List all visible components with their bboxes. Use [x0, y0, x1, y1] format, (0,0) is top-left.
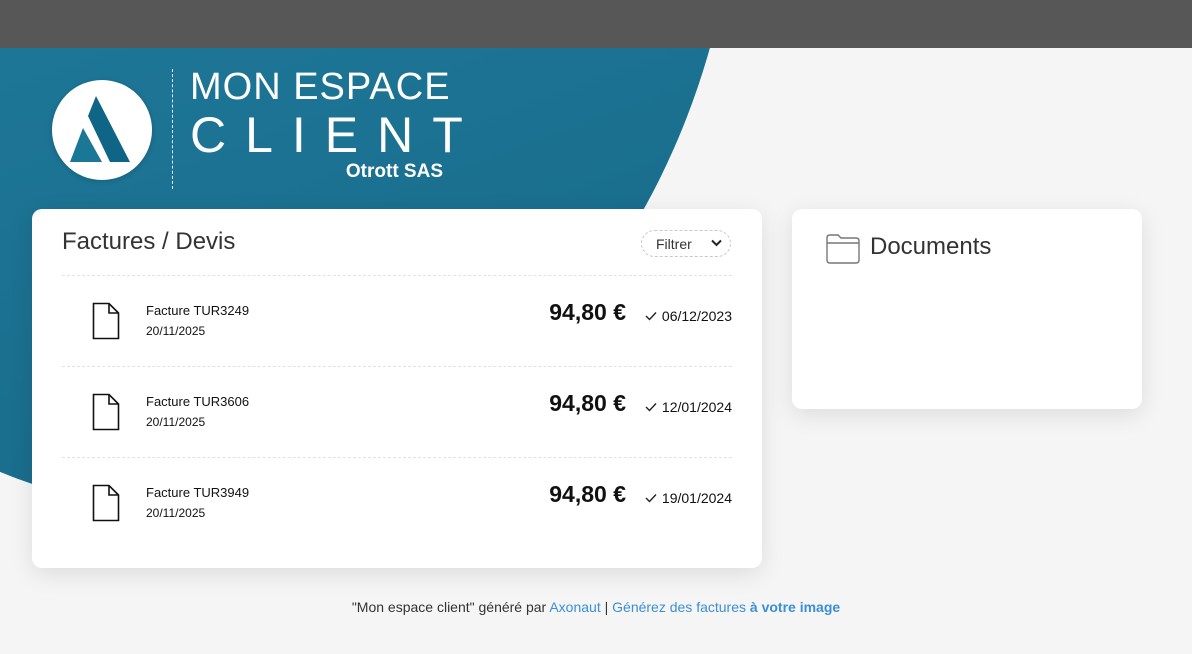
- top-bar: [0, 0, 1192, 48]
- paid-date: 06/12/2023: [661, 308, 732, 324]
- file-icon: [92, 393, 120, 431]
- create-invoices-link-text: Générez des factures: [612, 599, 746, 615]
- documents-title: Documents: [870, 233, 992, 260]
- invoice-amount: 94,80 €: [549, 481, 626, 507]
- invoice-row[interactable]: Facture TUR3249 20/11/2025 94,80 € 06/12…: [62, 276, 732, 366]
- paid-date: 12/01/2024: [661, 399, 732, 415]
- filter-label: Filtrer: [656, 235, 692, 252]
- invoice-date: 20/11/2025: [146, 506, 206, 520]
- invoice-row[interactable]: Facture TUR3606 20/11/2025 94,80 € 12/01…: [62, 367, 732, 457]
- invoice-name[interactable]: Facture TUR3249: [146, 303, 249, 318]
- check-icon: [645, 494, 657, 503]
- footer-separator: |: [604, 599, 609, 615]
- paid-status: 12/01/2024: [645, 399, 732, 415]
- paid-status: 06/12/2023: [645, 308, 732, 324]
- brand-title-line2: CLIENT: [190, 107, 482, 163]
- invoices-card: Factures / Devis Filtrer Facture TUR3249…: [32, 209, 762, 568]
- footer-text: "Mon espace client" généré par: [351, 599, 547, 615]
- create-invoices-link[interactable]: Générez des factures à votre image: [612, 599, 840, 615]
- footer: "Mon espace client" généré par Axonaut |…: [0, 599, 1192, 615]
- invoice-name[interactable]: Facture TUR3606: [146, 394, 249, 409]
- invoices-title: Factures / Devis: [62, 228, 236, 255]
- file-icon: [92, 484, 120, 522]
- check-icon: [645, 403, 657, 412]
- invoice-amount: 94,80 €: [549, 299, 626, 325]
- filter-select[interactable]: Filtrer: [641, 230, 731, 257]
- check-icon: [645, 312, 657, 321]
- chevron-down-icon: [711, 239, 722, 247]
- invoice-date: 20/11/2025: [146, 415, 206, 429]
- axonaut-link[interactable]: Axonaut: [549, 599, 600, 615]
- invoice-name[interactable]: Facture TUR3949: [146, 485, 249, 500]
- mountain-logo-icon: [70, 96, 130, 162]
- invoice-row[interactable]: Facture TUR3949 20/11/2025 94,80 € 19/01…: [62, 458, 732, 548]
- paid-status: 19/01/2024: [645, 490, 732, 506]
- invoice-date: 20/11/2025: [146, 324, 206, 338]
- invoice-amount: 94,80 €: [549, 390, 626, 416]
- company-logo: [52, 80, 152, 180]
- brand-divider: [172, 69, 173, 189]
- paid-date: 19/01/2024: [661, 490, 732, 506]
- create-invoices-link-bold: à votre image: [749, 599, 841, 615]
- documents-card: Documents: [792, 209, 1142, 409]
- company-name: Otrott SAS: [345, 161, 443, 182]
- file-icon: [92, 302, 120, 340]
- brand-title-line1: MON ESPACE: [190, 66, 451, 108]
- folder-icon: [826, 234, 860, 264]
